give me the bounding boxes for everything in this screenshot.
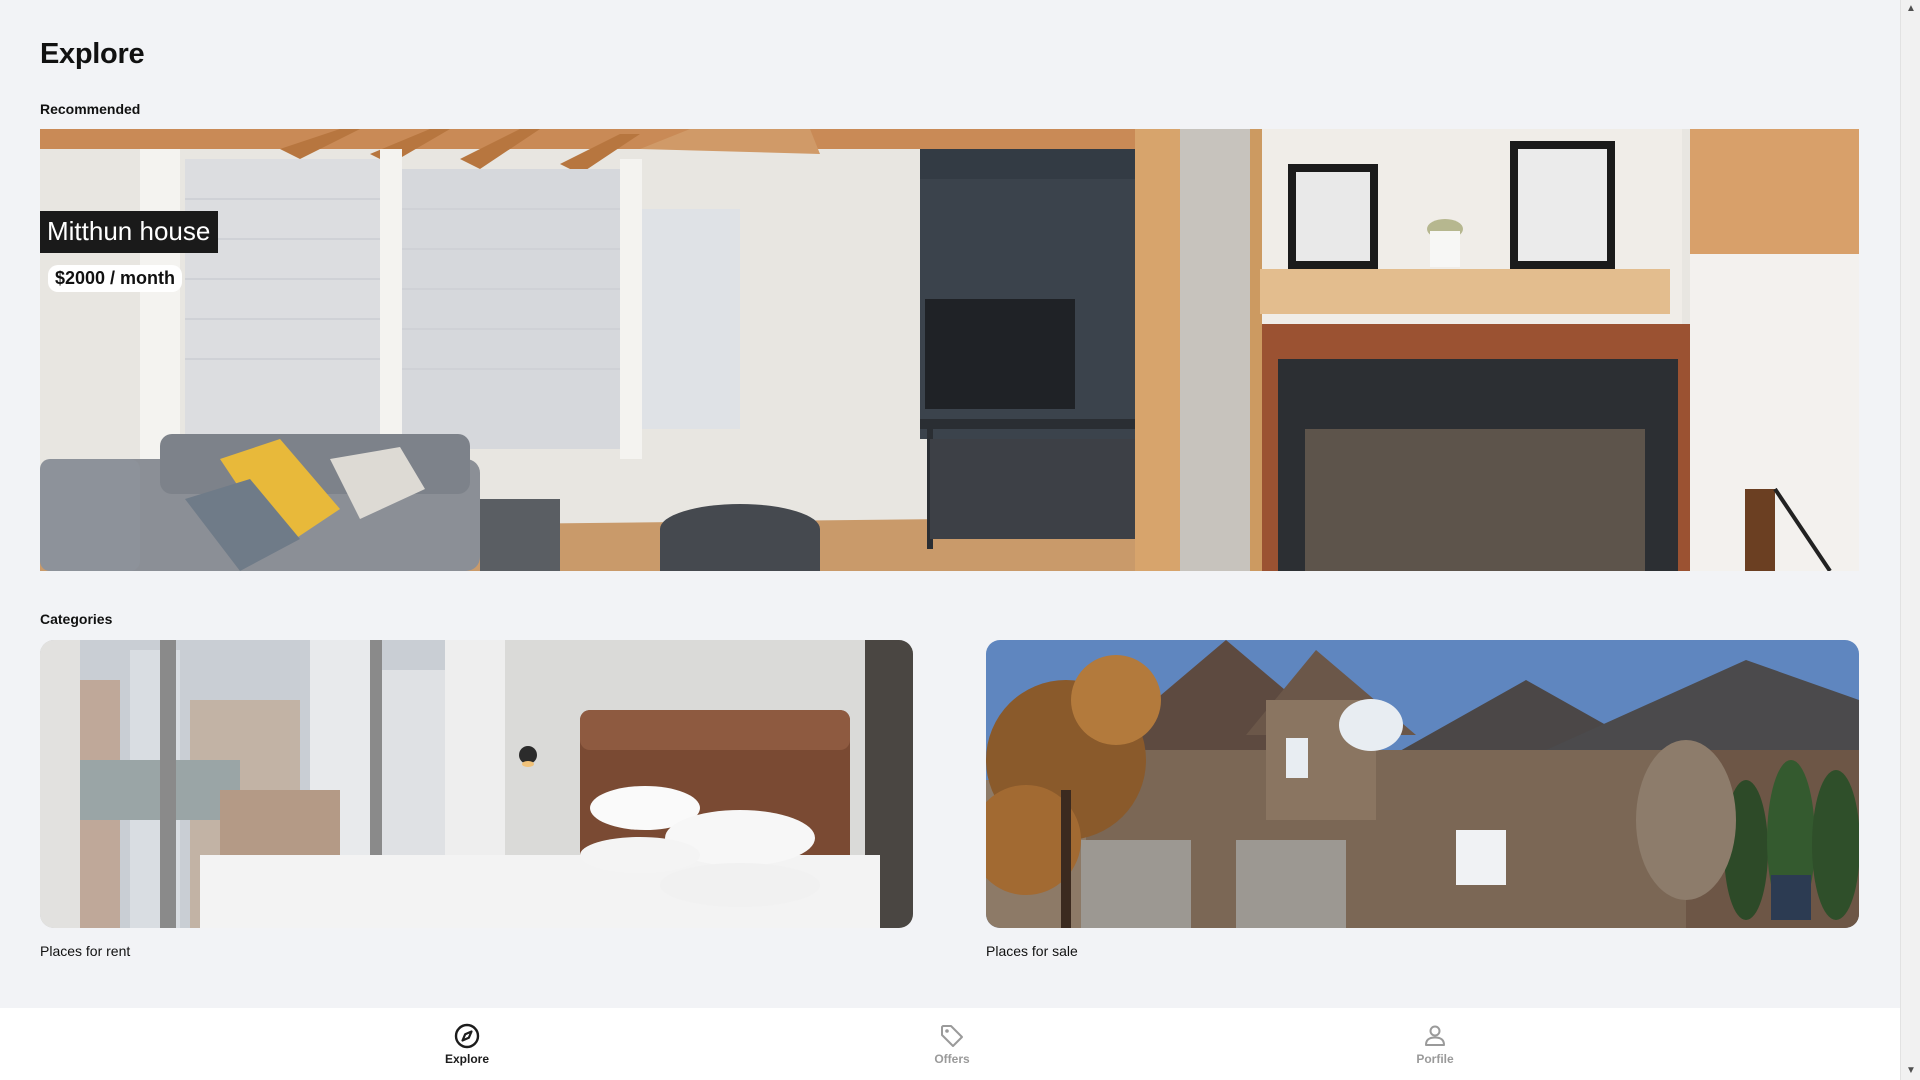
listing-price-badge: $2000 / month: [48, 265, 183, 292]
nav-explore-label: Explore: [444, 1052, 489, 1066]
compass-icon: [454, 1023, 480, 1049]
category-label-sale[interactable]: Places for sale: [986, 943, 1078, 959]
recommended-listing-card[interactable]: Mitthun house $2000 / month: [40, 129, 1859, 571]
person-icon: [1425, 1025, 1445, 1046]
category-card-sale[interactable]: [986, 640, 1859, 928]
category-card-rent[interactable]: [40, 640, 913, 928]
page-title: Explore: [40, 38, 145, 70]
recommended-heading: Recommended: [40, 101, 141, 117]
category-label-rent[interactable]: Places for rent: [40, 943, 130, 959]
nav-profile-label: Porfile: [1416, 1052, 1454, 1066]
category-rent-image: [40, 640, 913, 928]
nav-offers-label: Offers: [934, 1052, 970, 1066]
recommended-listing-image: [40, 129, 1859, 571]
scroll-up-arrow-icon[interactable]: ▲: [1901, 0, 1920, 18]
scroll-down-arrow-icon[interactable]: ▼: [1901, 1062, 1920, 1080]
explore-page: Explore Recommended Mitthun house $2000 …: [0, 0, 1900, 1008]
categories-heading: Categories: [40, 611, 113, 627]
tag-icon: [941, 1025, 963, 1047]
vertical-scrollbar[interactable]: ▲ ▼: [1900, 0, 1920, 1080]
bottom-navigation: Explore Offers Porfile: [0, 1008, 1900, 1080]
listing-name: Mitthun house: [40, 211, 219, 253]
nav-explore[interactable]: Explore: [407, 1022, 527, 1066]
nav-offers[interactable]: Offers: [892, 1022, 1012, 1066]
nav-profile[interactable]: Porfile: [1375, 1022, 1495, 1066]
category-sale-image: [986, 640, 1859, 928]
